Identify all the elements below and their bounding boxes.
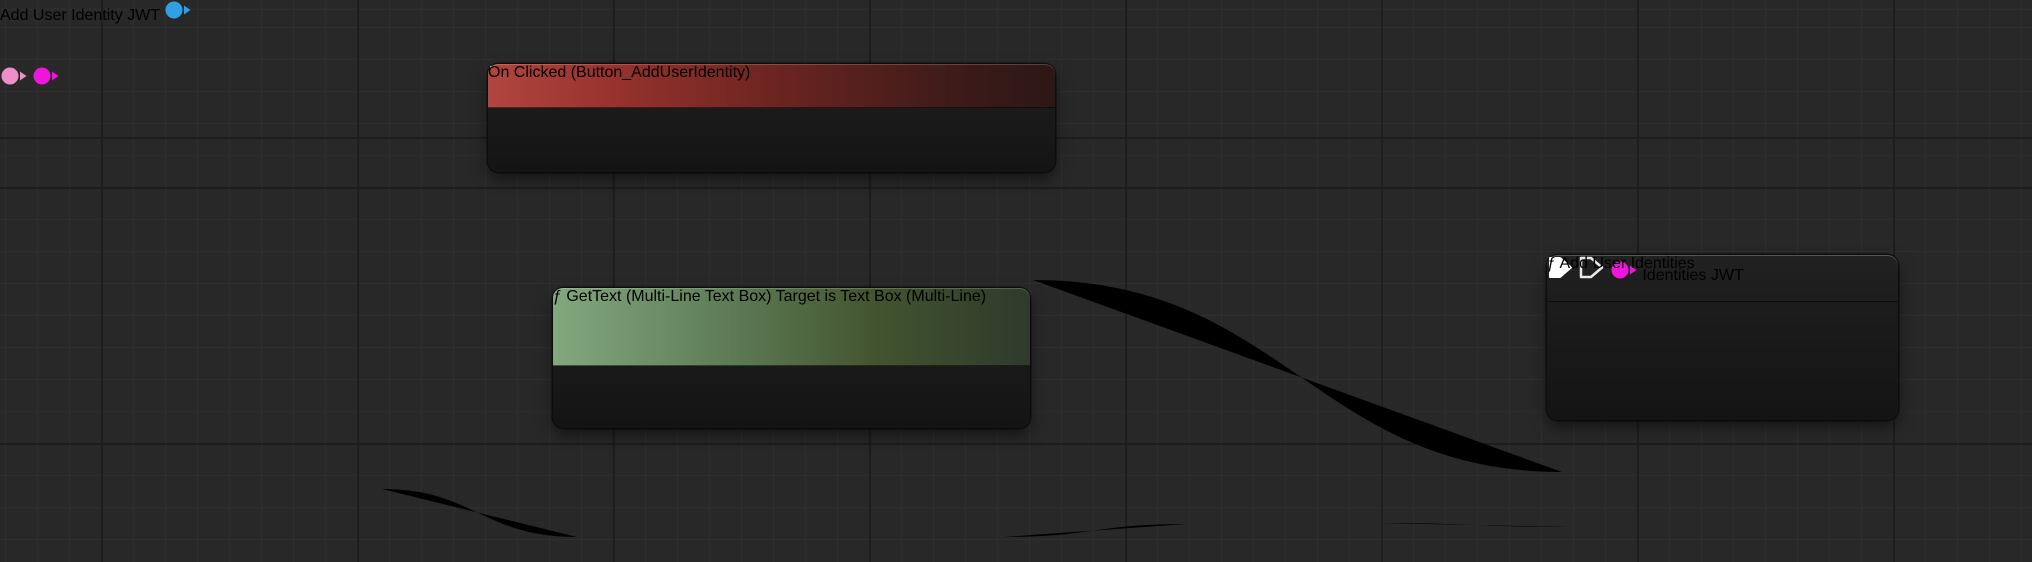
text-wire-returnvalue-to-conversion [1004,524,1186,537]
exec-wire-onclicked-to-adduseridentities [1033,280,1562,472]
node-gettext[interactable]: ƒ GetText (Multi-Line Text Box) Target i… [553,288,1030,428]
node-gettext-subtitle: Target is Text Box (Multi-Line) [776,288,986,305]
variable-output-pin[interactable] [164,0,192,20]
object-wire-variable-to-target [382,489,577,537]
node-add-user-identities-title: Add User Identities [1559,255,1694,272]
conversion-input-pin[interactable] [0,66,28,86]
node-on-clicked-title: On Clicked (Button_AddUserIdentity) [488,64,750,81]
node-gettext-header[interactable]: ƒ GetText (Multi-Line Text Box) Target i… [553,288,1030,366]
string-wire-conversion-to-identitiesjwt [1379,523,1569,527]
node-variable-get-add-user-identity-jwt[interactable]: Add User Identity JWT [0,0,337,66]
node-add-user-identities[interactable]: ƒ Add User Identities Identities JWT [1547,255,1898,420]
node-add-user-identities-header[interactable]: ƒ Add User Identities [1547,255,1898,302]
variable-get-label: Add User Identity JWT [0,7,160,24]
blueprint-graph-canvas[interactable]: On Clicked (Button_AddUserIdentity) Add … [0,0,2032,562]
node-text-to-string-conversion[interactable] [0,66,249,136]
function-f-icon: ƒ [553,288,562,305]
node-gettext-title: GetText (Multi-Line Text Box) [566,288,771,305]
node-on-clicked-header[interactable]: On Clicked (Button_AddUserIdentity) [488,64,1055,108]
node-on-clicked[interactable]: On Clicked (Button_AddUserIdentity) [488,64,1055,172]
conversion-output-pin[interactable] [32,66,60,86]
function-f-icon: ƒ [1547,255,1556,272]
